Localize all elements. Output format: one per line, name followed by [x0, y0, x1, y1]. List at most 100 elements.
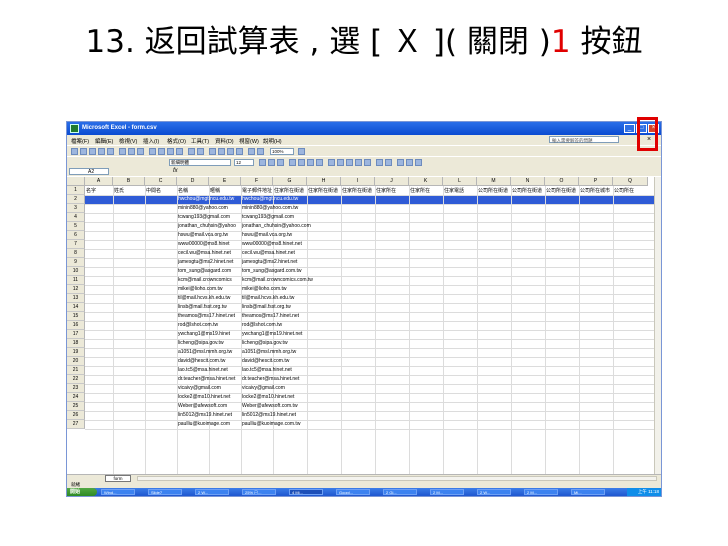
email-cell[interactable]: david@hescit.com.tw: [242, 358, 342, 364]
menu-view[interactable]: 檢視(V): [119, 137, 137, 145]
help-search-input[interactable]: 輸入需要解答的問題: [549, 136, 619, 143]
column-header-14[interactable]: O: [545, 177, 579, 186]
email-cell[interactable]: a1051@msl.mmh.org.tw: [178, 349, 240, 355]
email-cell[interactable]: til@mail.hcvs.kh.edu.tw: [178, 295, 240, 301]
email-cell[interactable]: tom_sung@asgard.com: [178, 268, 240, 274]
header-cell[interactable]: 姓氏: [114, 187, 144, 194]
header-cell[interactable]: 住家所在街道: [308, 187, 340, 194]
email-cell[interactable]: hwchou@mgt.ncu.edu.tw: [178, 196, 240, 202]
currency-icon[interactable]: [328, 159, 335, 166]
underline-icon[interactable]: [277, 159, 284, 166]
paste-icon[interactable]: [167, 148, 174, 155]
select-all-corner[interactable]: [67, 177, 85, 186]
email-cell[interactable]: lin5012@ms19.hinet.net: [178, 412, 240, 418]
email-cell[interactable]: rod@lshot.com.tw: [242, 322, 342, 328]
column-header-4[interactable]: E: [209, 177, 241, 186]
email-cell[interactable]: linsb@mail.fsst.org.tw: [242, 304, 342, 310]
mail-icon[interactable]: [107, 148, 114, 155]
fx-icon[interactable]: fx: [173, 168, 178, 174]
email-cell[interactable]: tcwang193@gmail.com: [242, 214, 342, 220]
row-header[interactable]: 6: [67, 231, 85, 240]
header-cell[interactable]: 公司所在: [614, 187, 647, 194]
bold-icon[interactable]: [259, 159, 266, 166]
decrease-indent-icon[interactable]: [376, 159, 383, 166]
format-painter-icon[interactable]: [176, 148, 183, 155]
row-header[interactable]: 4: [67, 213, 85, 222]
header-cell[interactable]: 公司所在街道: [512, 187, 544, 194]
menu-help[interactable]: 說明(H): [263, 137, 282, 145]
column-header-12[interactable]: M: [477, 177, 511, 186]
row-header[interactable]: 18: [67, 339, 85, 348]
email-cell[interactable]: jonathan_chuhsin@yahoo.com: [242, 223, 342, 229]
email-cell[interactable]: david@hescit.com.tw: [178, 358, 240, 364]
email-cell[interactable]: paulliu@kuoimage.com.tw: [242, 421, 342, 427]
column-header-2[interactable]: C: [145, 177, 177, 186]
column-header-1[interactable]: B: [113, 177, 145, 186]
column-header-7[interactable]: H: [307, 177, 341, 186]
email-cell[interactable]: lao.tc5@msa.hinet.net: [178, 367, 240, 373]
row-header[interactable]: 15: [67, 312, 85, 321]
row-header[interactable]: 3: [67, 204, 85, 213]
row-header[interactable]: 13: [67, 294, 85, 303]
column-header-16[interactable]: Q: [613, 177, 648, 186]
email-cell[interactable]: vicaivy@gmail.com: [242, 385, 342, 391]
row-header[interactable]: 14: [67, 303, 85, 312]
email-cell[interactable]: theamos@ms17.hinet.net: [178, 313, 240, 319]
email-cell[interactable]: kcm@mail.crowncomics: [178, 277, 240, 283]
menu-data[interactable]: 資料(D): [215, 137, 234, 145]
email-cell[interactable]: Weber@afewsoft.com: [178, 403, 240, 409]
zoom-select[interactable]: 100%: [270, 148, 294, 155]
sheet-tab-form[interactable]: form: [105, 475, 131, 482]
open-icon[interactable]: [80, 148, 87, 155]
undo-icon[interactable]: [188, 148, 195, 155]
minimize-button[interactable]: _: [624, 124, 635, 133]
email-cell[interactable]: cecil.wu@msa.hinet.net: [178, 250, 240, 256]
header-cell[interactable]: 公司所在街道: [478, 187, 510, 194]
header-cell[interactable]: 名稱: [178, 187, 208, 194]
email-cell[interactable]: til@mail.hcvs.kh.edu.tw: [242, 295, 342, 301]
menu-window[interactable]: 視窗(W): [239, 137, 259, 145]
row-header[interactable]: 9: [67, 258, 85, 267]
row-header[interactable]: 21: [67, 366, 85, 375]
align-center-icon[interactable]: [298, 159, 305, 166]
email-cell[interactable]: locke2@ms10.hinet.net: [242, 394, 342, 400]
row-header[interactable]: 24: [67, 393, 85, 402]
email-cell[interactable]: cecil.wu@msa.hinet.net: [242, 250, 342, 256]
increase-indent-icon[interactable]: [385, 159, 392, 166]
sort-desc-icon[interactable]: [236, 148, 243, 155]
email-cell[interactable]: paulliu@kuoimage.com: [178, 421, 240, 427]
header-cell[interactable]: 暱稱: [210, 187, 240, 194]
email-cell[interactable]: linsb@mail.fsst.org.tw: [178, 304, 240, 310]
email-cell[interactable]: theamos@ms17.hinet.net: [242, 313, 342, 319]
fill-color-icon[interactable]: [406, 159, 413, 166]
save-icon[interactable]: [89, 148, 96, 155]
email-cell[interactable]: locke2@ms10.hinet.net: [178, 394, 240, 400]
row-header[interactable]: 20: [67, 357, 85, 366]
header-cell[interactable]: 名字: [86, 187, 112, 194]
percent-icon[interactable]: [337, 159, 344, 166]
row-header[interactable]: 16: [67, 321, 85, 330]
row-header[interactable]: 26: [67, 411, 85, 420]
email-cell[interactable]: rod@lshot.com.tw: [178, 322, 240, 328]
taskbar-item[interactable]: 25% 已...: [242, 489, 276, 495]
header-cell[interactable]: 住家所在街道: [274, 187, 306, 194]
email-cell[interactable]: hswu@mail.vca.org.tw: [178, 232, 240, 238]
row-header[interactable]: 11: [67, 276, 85, 285]
email-cell[interactable]: ywchang1@ms19.hinet: [178, 331, 240, 337]
align-right-icon[interactable]: [307, 159, 314, 166]
taskbar-item[interactable]: Googl...: [336, 489, 370, 495]
autosum-icon[interactable]: [218, 148, 225, 155]
email-cell[interactable]: hswu@mail.vca.org.tw: [242, 232, 342, 238]
row-header[interactable]: 10: [67, 267, 85, 276]
header-cell[interactable]: 住家所在: [376, 187, 408, 194]
menu-file[interactable]: 檔案(F): [71, 137, 89, 145]
merge-center-icon[interactable]: [316, 159, 323, 166]
menu-format[interactable]: 格式(O): [167, 137, 186, 145]
align-left-icon[interactable]: [289, 159, 296, 166]
email-cell[interactable]: www00000@ms8.hinet.net: [242, 241, 342, 247]
header-cell[interactable]: 公司所在街道: [546, 187, 578, 194]
italic-icon[interactable]: [268, 159, 275, 166]
menu-edit[interactable]: 編輯(E): [95, 137, 113, 145]
header-cell[interactable]: 公司所在城市: [580, 187, 612, 194]
email-cell[interactable]: tcwang193@gmail.com: [178, 214, 240, 220]
